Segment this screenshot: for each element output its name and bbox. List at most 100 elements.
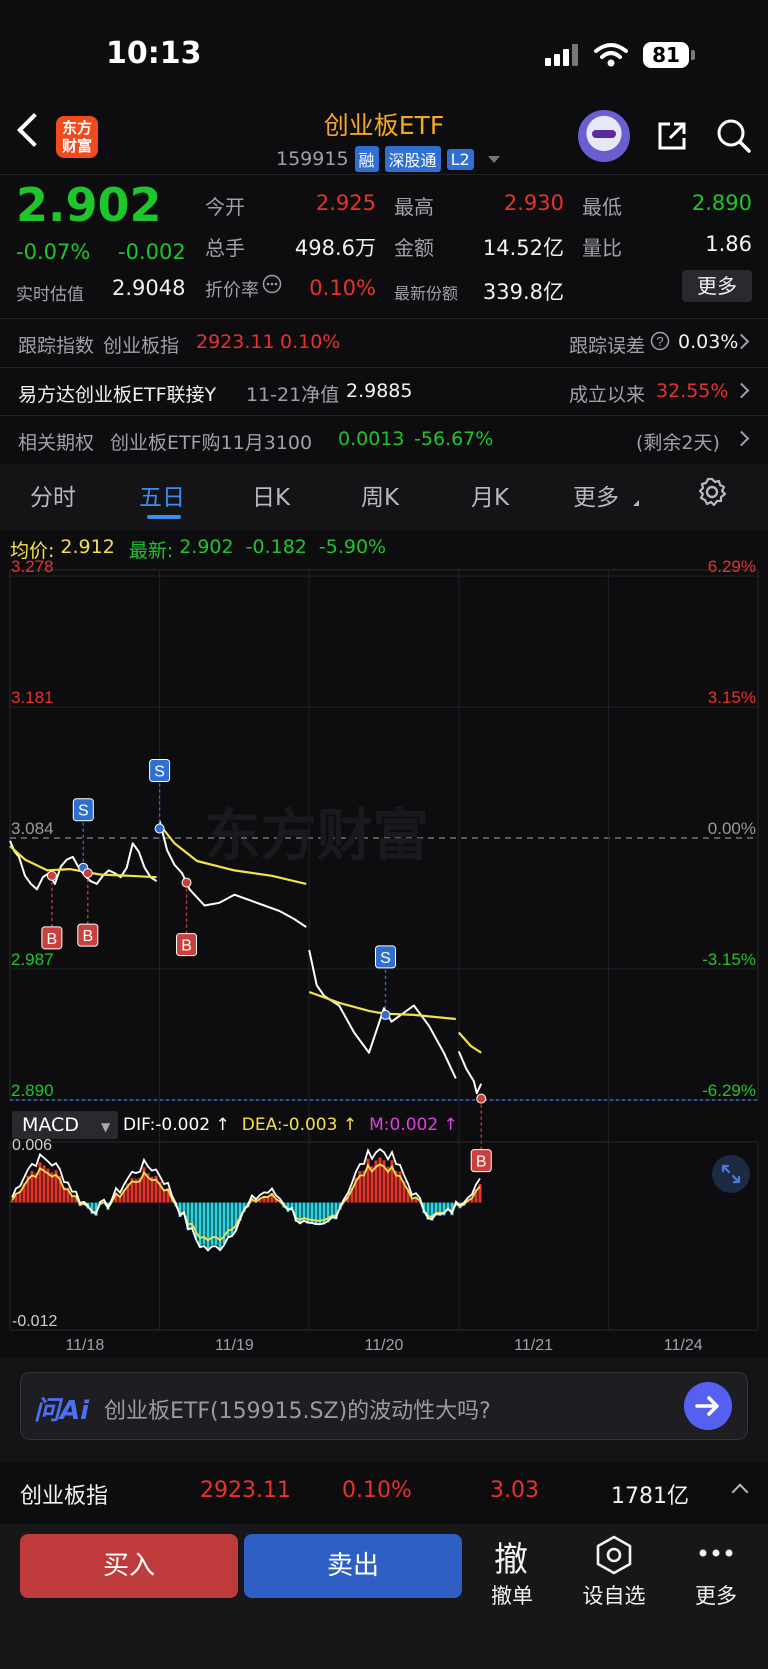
macd-tick-label: -0.012 [12, 1313, 57, 1330]
arrow-right-icon[interactable] [684, 1382, 732, 1430]
tab-weekly-k[interactable]: 周K [361, 478, 399, 512]
tab-five-day[interactable]: 五日 [139, 478, 185, 512]
amount-value: 14.52亿 [482, 236, 564, 260]
option-price: 0.0013 [338, 428, 405, 450]
sell-marker-dot [380, 1009, 391, 1020]
pct-tick-label: 0.00% [708, 819, 756, 838]
macd-label: MACD [22, 1114, 79, 1136]
price-tick-label: 2.987 [11, 950, 54, 969]
active-tab-indicator [147, 515, 181, 519]
divider [0, 174, 768, 175]
tab-daily-k[interactable]: 日K [252, 478, 290, 512]
index-pct: 0.10% [342, 1478, 412, 1503]
discount-label: 折价率 [205, 280, 259, 301]
margin-tag: 融 [354, 146, 379, 172]
x-axis-date-label: 11/24 [664, 1337, 703, 1354]
cancel-icon[interactable]: 撤 [494, 1532, 528, 1581]
since-inception-value: 32.55% [656, 380, 729, 402]
cancel-order-label[interactable]: 撤单 [472, 1580, 552, 1610]
buy-marker-label: B [82, 928, 93, 945]
option-label: 相关期权 [18, 432, 95, 454]
tab-intraday[interactable]: 分时 [30, 478, 76, 512]
search-icon[interactable] [716, 118, 752, 154]
open-label: 今开 [205, 195, 245, 219]
buy-marker-dot [181, 877, 192, 888]
macd-tick-label: 0.006 [12, 1137, 52, 1154]
ai-prompt[interactable]: 创业板ETF(159915.SZ)的波动性大吗? [104, 1393, 491, 1425]
page-title: 创业板ETF [323, 111, 445, 140]
macd-values: DIF:-0.002 ↑ DEA:-0.003 ↑ M:0.002 ↑ [123, 1115, 458, 1135]
pct-tick-label: -6.29% [702, 1081, 756, 1100]
five-day-chart[interactable]: 3.278 6.29% 3.181 3.15% 3.084 0.00% 2.987 -3.15… [0, 530, 768, 1360]
help-icon[interactable]: ? [650, 331, 670, 351]
expand-icon[interactable] [711, 1154, 751, 1194]
index-name: 创业板指 [20, 1484, 109, 1509]
chevron-right-icon[interactable] [733, 430, 750, 447]
settings-gear-icon[interactable] [697, 477, 727, 507]
high-label: 最高 [394, 195, 434, 219]
index-amount: 1781亿 [611, 1484, 689, 1509]
add-watchlist-icon[interactable] [594, 1534, 634, 1576]
macd-dif-line [11, 1147, 481, 1252]
x-axis-date-label: 11/21 [514, 1337, 553, 1354]
index-change: 3.03 [490, 1478, 539, 1503]
track-index-name[interactable]: 创业板指 [103, 331, 179, 358]
more-dots-icon[interactable] [698, 1548, 734, 1558]
high-value: 2.930 [503, 191, 564, 215]
since-inception-label: 成立以来 [569, 384, 646, 406]
estimate-value: 2.9048 [112, 276, 186, 300]
buy-marker-dot [82, 868, 93, 879]
wifi-icon [594, 43, 628, 67]
discount-value: 0.10% [309, 276, 376, 300]
track-index-label: 跟踪指数 [18, 335, 95, 357]
buy-marker-label: B [47, 931, 58, 948]
buy-button[interactable]: 买入 [20, 1534, 238, 1598]
link-fund-name[interactable]: 易方达创业板ETF联接Y [18, 380, 216, 407]
chevron-right-icon[interactable] [733, 382, 750, 399]
low-label: 最低 [582, 195, 622, 219]
volume-label: 总手 [205, 236, 245, 260]
sell-marker-dot [154, 823, 165, 834]
security-code: 159915 [276, 148, 349, 170]
battery-indicator: 81 [643, 42, 689, 68]
index-value: 2923.11 [200, 1478, 291, 1503]
volume-value: 498.6万 [294, 236, 376, 260]
link-fund-date: 11-21净值 [246, 384, 340, 406]
option-pct: -56.67% [414, 428, 494, 450]
sell-button[interactable]: 卖出 [244, 1534, 462, 1598]
tracking-error-label: 跟踪误差 [569, 335, 646, 357]
option-name[interactable]: 创业板ETF购11月3100 [110, 428, 312, 455]
add-watchlist-label[interactable]: 设自选 [574, 1580, 654, 1610]
divider [0, 367, 768, 368]
security-code-row[interactable]: 159915 融 深股通 L2 [276, 146, 500, 172]
volume-ratio-value: 1.86 [705, 232, 752, 256]
change-amount: -0.002 [118, 240, 186, 264]
sell-marker-label: S [78, 803, 89, 820]
shares-value: 339.8亿 [482, 280, 564, 304]
pct-tick-label: -3.15% [702, 950, 756, 969]
price-tick-label: 3.181 [11, 688, 54, 707]
more-button[interactable]: 更多 [682, 270, 752, 302]
x-axis-date-label: 11/19 [215, 1337, 254, 1354]
pct-tick-label: 6.29% [708, 557, 756, 576]
connect-tag: 深股通 [384, 146, 441, 172]
share-icon[interactable] [656, 120, 688, 152]
sell-marker-label: S [154, 764, 165, 781]
tab-more[interactable]: 更多 [573, 478, 619, 512]
tab-monthly-k[interactable]: 月K [471, 478, 509, 512]
info-dots-icon[interactable] [262, 274, 282, 294]
shares-label: 最新份额 [394, 284, 459, 303]
more-label[interactable]: 更多 [676, 1580, 756, 1610]
robot-visor [592, 130, 616, 138]
dropdown-arrow-icon: ▼ [101, 1120, 111, 1134]
macd-selector[interactable]: MACD ▼ [12, 1111, 118, 1139]
buy-marker-label: B [181, 938, 192, 955]
battery-tip [691, 50, 695, 60]
macd-m: M:0.002 ↑ [369, 1115, 458, 1135]
dropdown-arrow-icon [487, 155, 500, 163]
x-axis-date-label: 11/20 [365, 1337, 404, 1354]
svg-text:?: ? [656, 334, 663, 349]
level2-tag: L2 [446, 148, 474, 170]
pct-tick-label: 3.15% [708, 688, 756, 707]
amount-label: 金额 [394, 236, 434, 260]
